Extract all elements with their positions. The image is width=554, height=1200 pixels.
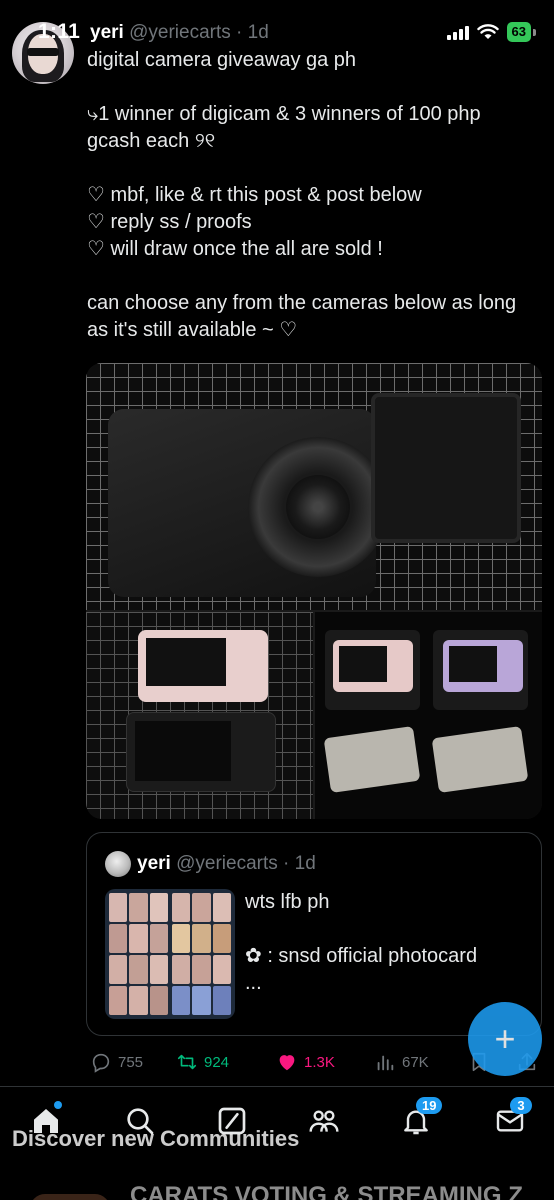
- views-icon: [377, 1055, 394, 1071]
- status-time: 1:11: [38, 20, 81, 43]
- reply-count: 755: [118, 1053, 144, 1071]
- plus-icon: +: [494, 1018, 516, 1059]
- home-unread-dot: [54, 1101, 62, 1109]
- quoted-author-handle: @yeriecarts: [176, 853, 278, 874]
- peek-community-row[interactable]: CARATS VOTING & STREAMING Z: [0, 1180, 554, 1200]
- messages-badge: 3: [510, 1097, 532, 1114]
- tweet-line: ♡ will draw once the all are sold !: [87, 238, 383, 260]
- communities-icon: [309, 1110, 339, 1132]
- like-button[interactable]: 1.3K: [276, 1051, 335, 1073]
- tweet-line: can choose any from the cameras below as…: [87, 292, 517, 341]
- nav-communities[interactable]: [308, 1105, 340, 1137]
- battery-indicator: 63: [506, 22, 536, 42]
- cellular-signal-icon: [446, 24, 469, 40]
- retweet-icon: [177, 1054, 197, 1070]
- retweet-button[interactable]: 924: [176, 1051, 229, 1073]
- wifi-icon: [476, 24, 499, 39]
- media-photo-accessories[interactable]: [315, 612, 542, 819]
- quoted-media-thumbnail: [105, 889, 235, 1019]
- retweet-count: 924: [204, 1053, 230, 1071]
- tweet-line: ⤷1 winner of digicam & 3 winners of 100 …: [87, 103, 481, 152]
- peek-avatar: [30, 1194, 110, 1200]
- reply-button[interactable]: 755: [90, 1051, 143, 1073]
- media-photo-pink-cameras[interactable]: [86, 612, 313, 819]
- like-count: 1.3K: [304, 1053, 335, 1071]
- quoted-author-name: yeri: [137, 853, 171, 874]
- status-icons: 63: [446, 22, 536, 42]
- tweet-line: ♡ reply ss / proofs: [87, 211, 252, 233]
- quoted-tweet-time: 1d: [294, 853, 316, 874]
- media-photo-black-camera[interactable]: [86, 363, 542, 610]
- tweet-text: digital camera giveaway ga ph ⤷1 winner …: [87, 47, 537, 344]
- quoted-tweet[interactable]: yeri @yeriecarts · 1d wts lfb ph ✿ : sns…: [86, 832, 542, 1036]
- status-bar: 1:11 63: [0, 0, 554, 62]
- quoted-tweet-text: wts lfb ph ✿ : snsd official photocard .…: [245, 891, 478, 994]
- nav-notifications[interactable]: 19: [400, 1097, 443, 1137]
- tweet-line: ♡ mbf, like & rt this post & post below: [87, 184, 422, 206]
- nav-messages[interactable]: 3: [494, 1097, 532, 1137]
- battery-level: 63: [506, 22, 531, 42]
- views-button[interactable]: 67K: [374, 1051, 429, 1073]
- reply-icon: [92, 1053, 110, 1073]
- quoted-avatar: [105, 851, 131, 877]
- communities-banner[interactable]: Discover new Communities: [12, 1126, 299, 1152]
- notifications-badge: 19: [416, 1097, 443, 1114]
- tweet-media-grid[interactable]: [86, 363, 542, 819]
- heart-icon: [279, 1055, 295, 1071]
- compose-button[interactable]: +: [468, 1002, 542, 1076]
- views-count: 67K: [402, 1053, 429, 1071]
- quoted-tweet-header: yeri @yeriecarts · 1d: [137, 853, 316, 874]
- peek-community-title: CARATS VOTING & STREAMING Z: [130, 1182, 523, 1200]
